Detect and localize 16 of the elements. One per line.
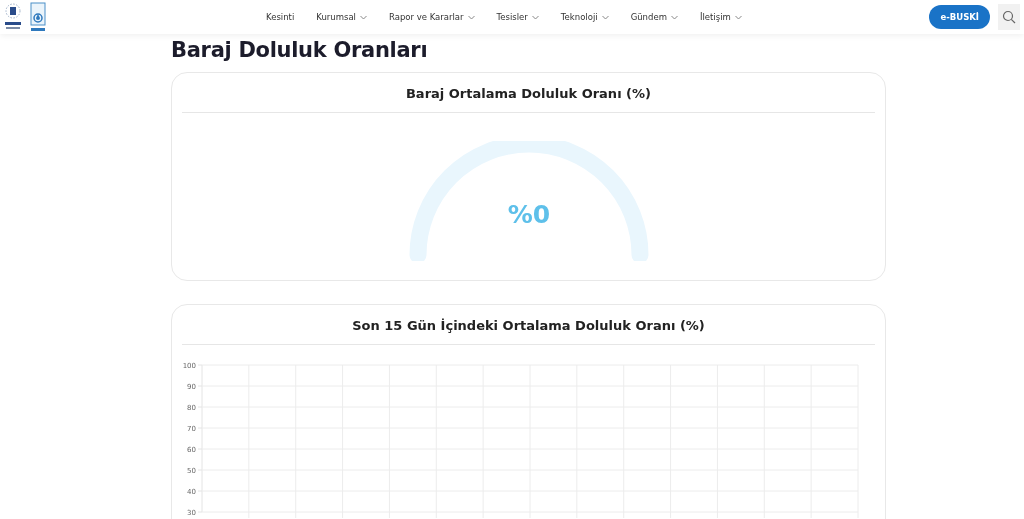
gauge-value: %0 [507,199,550,229]
page-title: Baraj Doluluk Oranları [171,38,429,64]
card-title: Son 15 Gün İçindeki Ortalama Doluluk Oranı (%) [182,305,875,345]
nav-link[interactable]: İletişim [699,10,742,24]
nav-link[interactable]: Rapor ve Kararlar [388,10,475,24]
e-buski-button[interactable]: e-BUSKİ [929,4,990,30]
nav-link[interactable]: Kesinti [266,10,295,24]
nav-link[interactable]: Gündem [630,10,678,24]
nav-link[interactable]: Tesisler [496,10,539,24]
municipality-logo[interactable] [4,2,22,32]
search-icon [1002,10,1016,24]
buski-logo[interactable] [30,1,46,33]
card-title: Baraj Ortalama Doluluk Oranı (%) [182,73,875,113]
nav-link[interactable]: Kurumsal [316,10,367,24]
search-button[interactable] [998,4,1020,30]
nav-link[interactable]: Teknoloji [560,10,609,24]
